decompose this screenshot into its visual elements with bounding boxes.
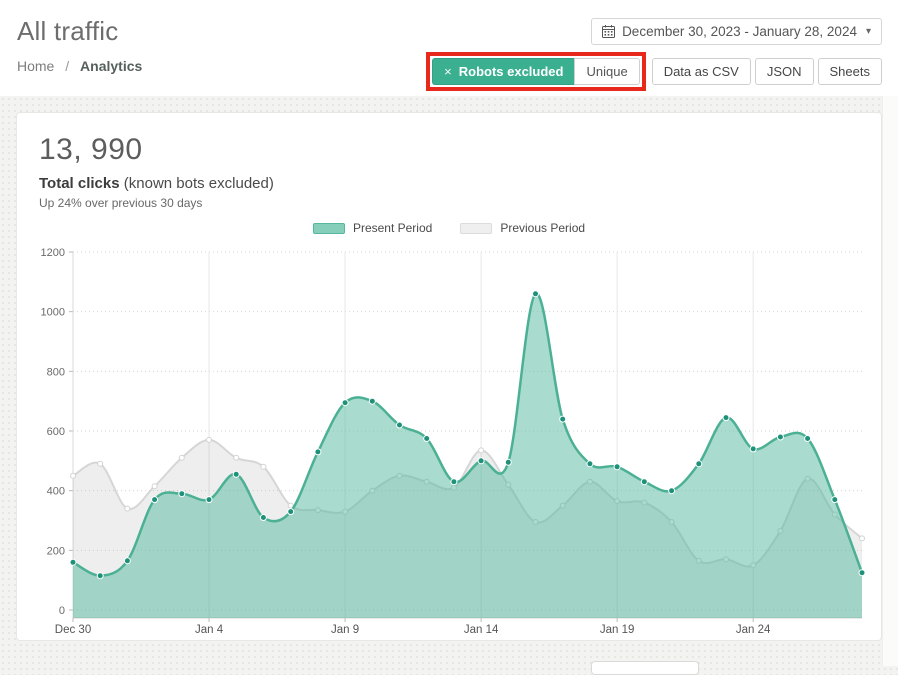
svg-text:Jan 19: Jan 19	[600, 624, 635, 636]
breadcrumb-separator: /	[65, 58, 69, 74]
svg-text:1200: 1200	[41, 247, 65, 259]
svg-text:Jan 14: Jan 14	[464, 624, 499, 636]
legend-label-previous: Previous Period	[500, 221, 585, 235]
chart-legend: Present Period Previous Period	[17, 220, 881, 236]
svg-text:1000: 1000	[41, 307, 65, 319]
metric-label-bold: Total clicks	[39, 175, 120, 192]
caret-down-icon: ▾	[866, 26, 871, 37]
traffic-chart-card: 13, 990 Total clicks (known bots exclude…	[16, 112, 882, 641]
svg-text:Jan 9: Jan 9	[331, 624, 359, 636]
unique-toggle-button[interactable]: Unique	[574, 58, 639, 85]
breadcrumb: Home / Analytics	[17, 58, 142, 74]
legend-label-present: Present Period	[353, 221, 432, 235]
svg-text:200: 200	[47, 545, 65, 557]
legend-item-present: Present Period	[313, 221, 432, 235]
traffic-chart[interactable]: 0 200 400 600 800 1000 1200 Dec 30 Jan 4 Jan 9 Jan…	[17, 240, 875, 642]
metric-label-rest: (known bots excluded)	[120, 175, 274, 192]
breadcrumb-home-link[interactable]: Home	[17, 58, 54, 74]
data-as-csv-button[interactable]: Data as CSV	[652, 58, 751, 85]
page-title: All traffic	[17, 16, 142, 47]
breadcrumb-current: Analytics	[80, 58, 142, 74]
partially-visible-box	[591, 661, 699, 675]
metric-label: Total clicks (known bots excluded)	[39, 175, 881, 192]
scrollbar-gutter[interactable]	[882, 0, 898, 666]
svg-text:Jan 24: Jan 24	[736, 624, 771, 636]
present-period-swatch-icon	[313, 223, 345, 234]
svg-text:Jan 4: Jan 4	[195, 624, 224, 636]
close-icon[interactable]: ×	[444, 64, 452, 79]
page-header: All traffic Home / Analytics D	[0, 0, 898, 96]
date-range-button[interactable]: December 30, 2023 - January 28, 2024 ▾	[591, 18, 882, 45]
svg-text:400: 400	[47, 486, 65, 498]
legend-item-previous: Previous Period	[460, 221, 585, 235]
summary-stats: 13, 990 Total clicks (known bots exclude…	[17, 113, 881, 210]
json-export-button[interactable]: JSON	[755, 58, 814, 85]
calendar-icon	[602, 25, 615, 38]
robots-excluded-label: Robots excluded	[459, 64, 564, 79]
trend-label: Up 24% over previous 30 days	[39, 196, 881, 210]
sheets-export-button[interactable]: Sheets	[818, 58, 882, 85]
svg-text:Dec 30: Dec 30	[55, 624, 91, 636]
robots-excluded-filter-chip[interactable]: × Robots excluded	[432, 58, 574, 85]
previous-period-swatch-icon	[460, 223, 492, 234]
date-range-label: December 30, 2023 - January 28, 2024	[622, 24, 857, 39]
svg-text:600: 600	[47, 426, 65, 438]
svg-text:0: 0	[59, 605, 65, 617]
svg-text:800: 800	[47, 366, 65, 378]
total-clicks-value: 13, 990	[39, 133, 881, 167]
